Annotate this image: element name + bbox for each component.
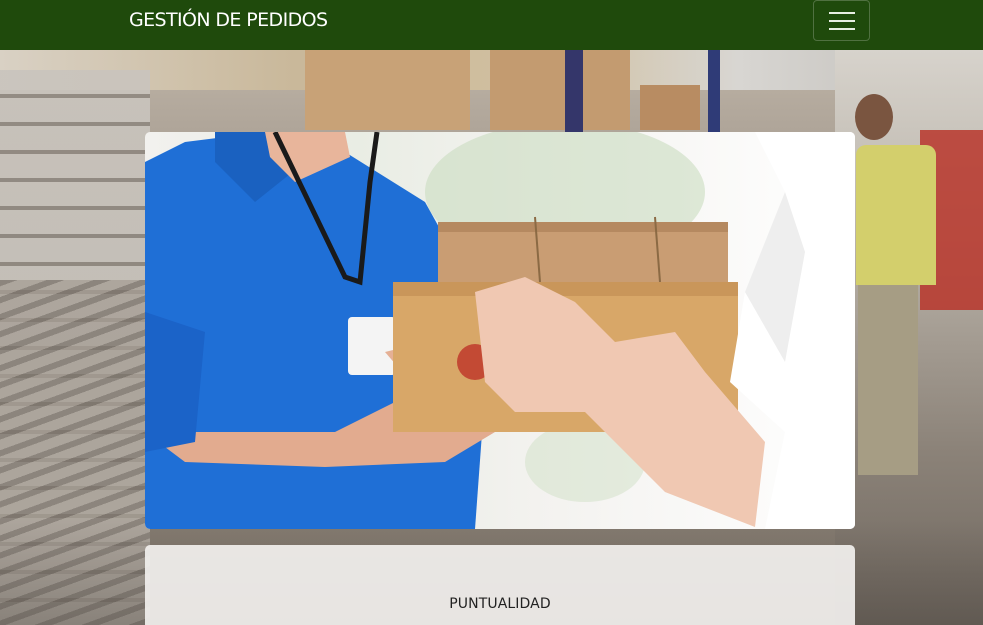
hamburger-menu-icon xyxy=(829,12,855,14)
top-navbar: GESTIÓN DE PEDIDOS xyxy=(0,0,983,50)
hero-image-card xyxy=(145,132,855,529)
courier-delivering-boxes-image xyxy=(145,132,855,529)
feature-card-punctuality: PUNTUALIDAD xyxy=(145,545,855,625)
feature-card-title: PUNTUALIDAD xyxy=(449,596,551,612)
navbar-toggler-button[interactable] xyxy=(813,0,870,41)
navbar-brand[interactable]: GESTIÓN DE PEDIDOS xyxy=(129,9,328,31)
